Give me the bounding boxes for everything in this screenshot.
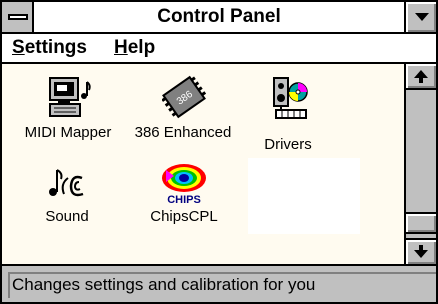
menu-help-mnemonic: H: [114, 37, 128, 58]
status-text: Changes settings and calibration for you: [8, 272, 436, 298]
control-panel-window: Control Panel Settings Help MIDI Mapper …: [0, 0, 438, 304]
chip-386-icon: 386: [162, 75, 206, 119]
icon-view: MIDI Mapper 386 386 Enhanced Drivers Sou…: [2, 64, 404, 264]
system-menu-icon: [8, 14, 28, 20]
window-title: Control Panel: [157, 6, 281, 27]
empty-icon-slot: [248, 158, 360, 234]
chips-cpl-icon: CHIPS: [162, 164, 206, 206]
chips-cpl-item[interactable]: CHIPS ChipsCPL: [138, 158, 230, 234]
menu-bar: Settings Help: [2, 34, 436, 64]
midi-mapper-label: MIDI Mapper: [24, 124, 112, 141]
sound-item[interactable]: Sound: [32, 162, 102, 232]
minimize-arrow-icon: [415, 13, 429, 21]
midi-mapper-item[interactable]: MIDI Mapper: [16, 72, 120, 152]
midi-mapper-icon: [49, 77, 91, 117]
chips-cpl-label: ChipsCPL: [150, 208, 218, 225]
arrow-down-icon: [414, 245, 428, 258]
sound-label: Sound: [45, 208, 89, 225]
vertical-scrollbar[interactable]: [404, 64, 436, 264]
title-bar[interactable]: Control Panel: [2, 2, 436, 34]
enhanced-386-item[interactable]: 386 386 Enhanced: [124, 72, 242, 152]
sound-icon: [49, 169, 84, 197]
drivers-icon: [273, 77, 308, 119]
scroll-down-button[interactable]: [406, 238, 436, 264]
status-bar: Changes settings and calibration for you: [2, 264, 436, 302]
scroll-up-button[interactable]: [406, 64, 436, 90]
menu-help-label: elp: [127, 37, 156, 58]
arrow-up-icon: [414, 70, 428, 83]
enhanced-386-label: 386 Enhanced: [134, 124, 232, 141]
chips-logo-text: CHIPS: [167, 194, 201, 206]
system-menu-button[interactable]: [2, 2, 34, 32]
drivers-label: Drivers: [264, 136, 312, 153]
menu-help[interactable]: Help: [114, 34, 155, 62]
scroll-thumb[interactable]: [406, 212, 436, 234]
menu-settings[interactable]: Settings: [12, 34, 87, 62]
menu-settings-mnemonic: S: [12, 37, 25, 58]
minimize-button[interactable]: [404, 2, 436, 32]
drivers-item[interactable]: Drivers: [248, 72, 328, 153]
menu-settings-label: ettings: [24, 37, 87, 58]
